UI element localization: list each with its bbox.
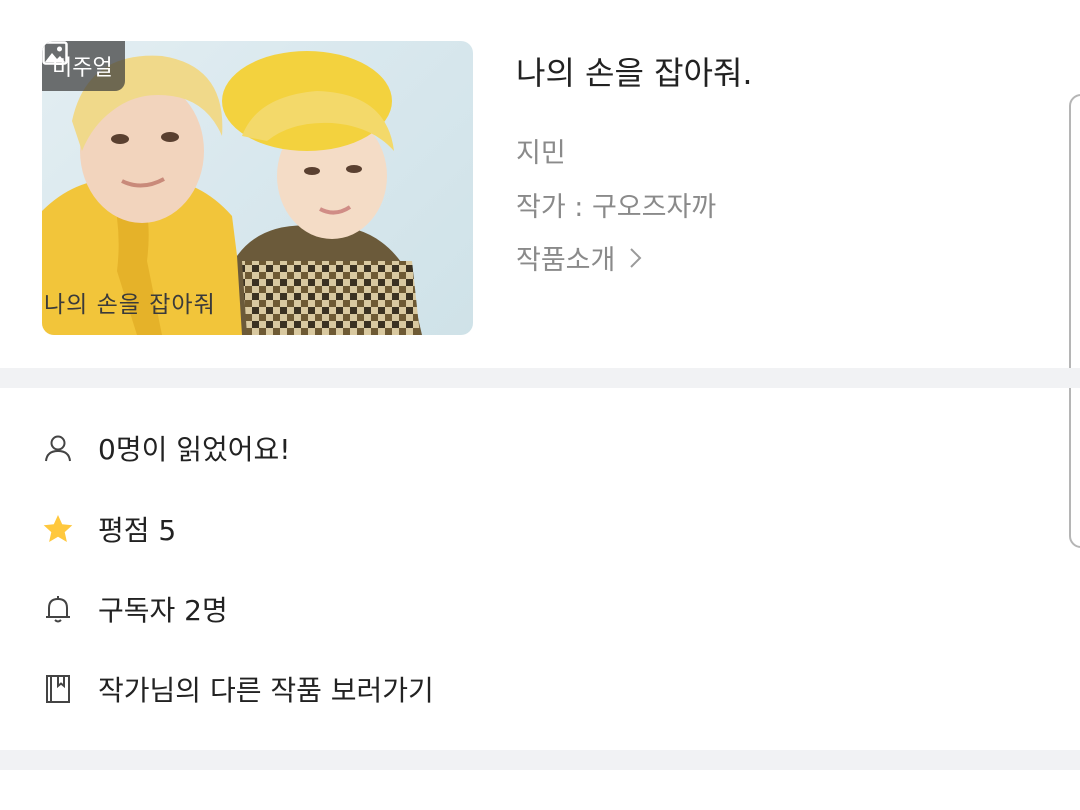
rating-stat: 평점 5 — [42, 499, 176, 559]
readers-label: 0명이 읽었어요! — [98, 433, 291, 466]
chevron-right-icon — [630, 247, 642, 268]
work-author: 작가 : 구오즈자까 — [516, 192, 717, 223]
work-genre: 지민 — [516, 138, 566, 169]
person-icon — [45, 435, 71, 462]
cover-caption: 나의 손을 잡아줘 — [44, 292, 216, 318]
bell-icon — [46, 596, 70, 623]
other-works-label: 작가님의 다른 작품 보러가기 — [98, 674, 434, 707]
image-icon — [42, 41, 68, 65]
section-divider — [0, 368, 1080, 388]
book-icon — [46, 675, 70, 703]
work-intro-label: 작품소개 — [516, 245, 616, 276]
section-divider-bottom — [0, 750, 1080, 770]
visual-badge[interactable]: 비주얼 — [42, 41, 125, 91]
work-header: 나의 손을 잡아줘 비주얼 나의 손을 잡아줘. 지민 작가 : 구오즈자까 작… — [0, 0, 1080, 548]
star-icon — [43, 515, 73, 542]
subscribers-stat: 구독자 2명 — [42, 579, 228, 639]
work-title: 나의 손을 잡아줘. — [516, 54, 753, 92]
rating-label: 평점 5 — [98, 514, 177, 547]
work-detail-page: 나의 손을 잡아줘 비주얼 나의 손을 잡아줘. 지민 작가 : 구오즈자까 작… — [0, 0, 1080, 810]
subscribers-label: 구독자 2명 — [98, 594, 228, 627]
cover-image[interactable]: 나의 손을 잡아줘 비주얼 — [42, 41, 473, 335]
other-works-link[interactable]: 작가님의 다른 작품 보러가기 — [42, 659, 434, 719]
readers-stat: 0명이 읽었어요! — [42, 418, 291, 478]
side-panel-handle[interactable] — [1069, 94, 1080, 548]
work-intro-link[interactable]: 작품소개 — [516, 238, 643, 277]
